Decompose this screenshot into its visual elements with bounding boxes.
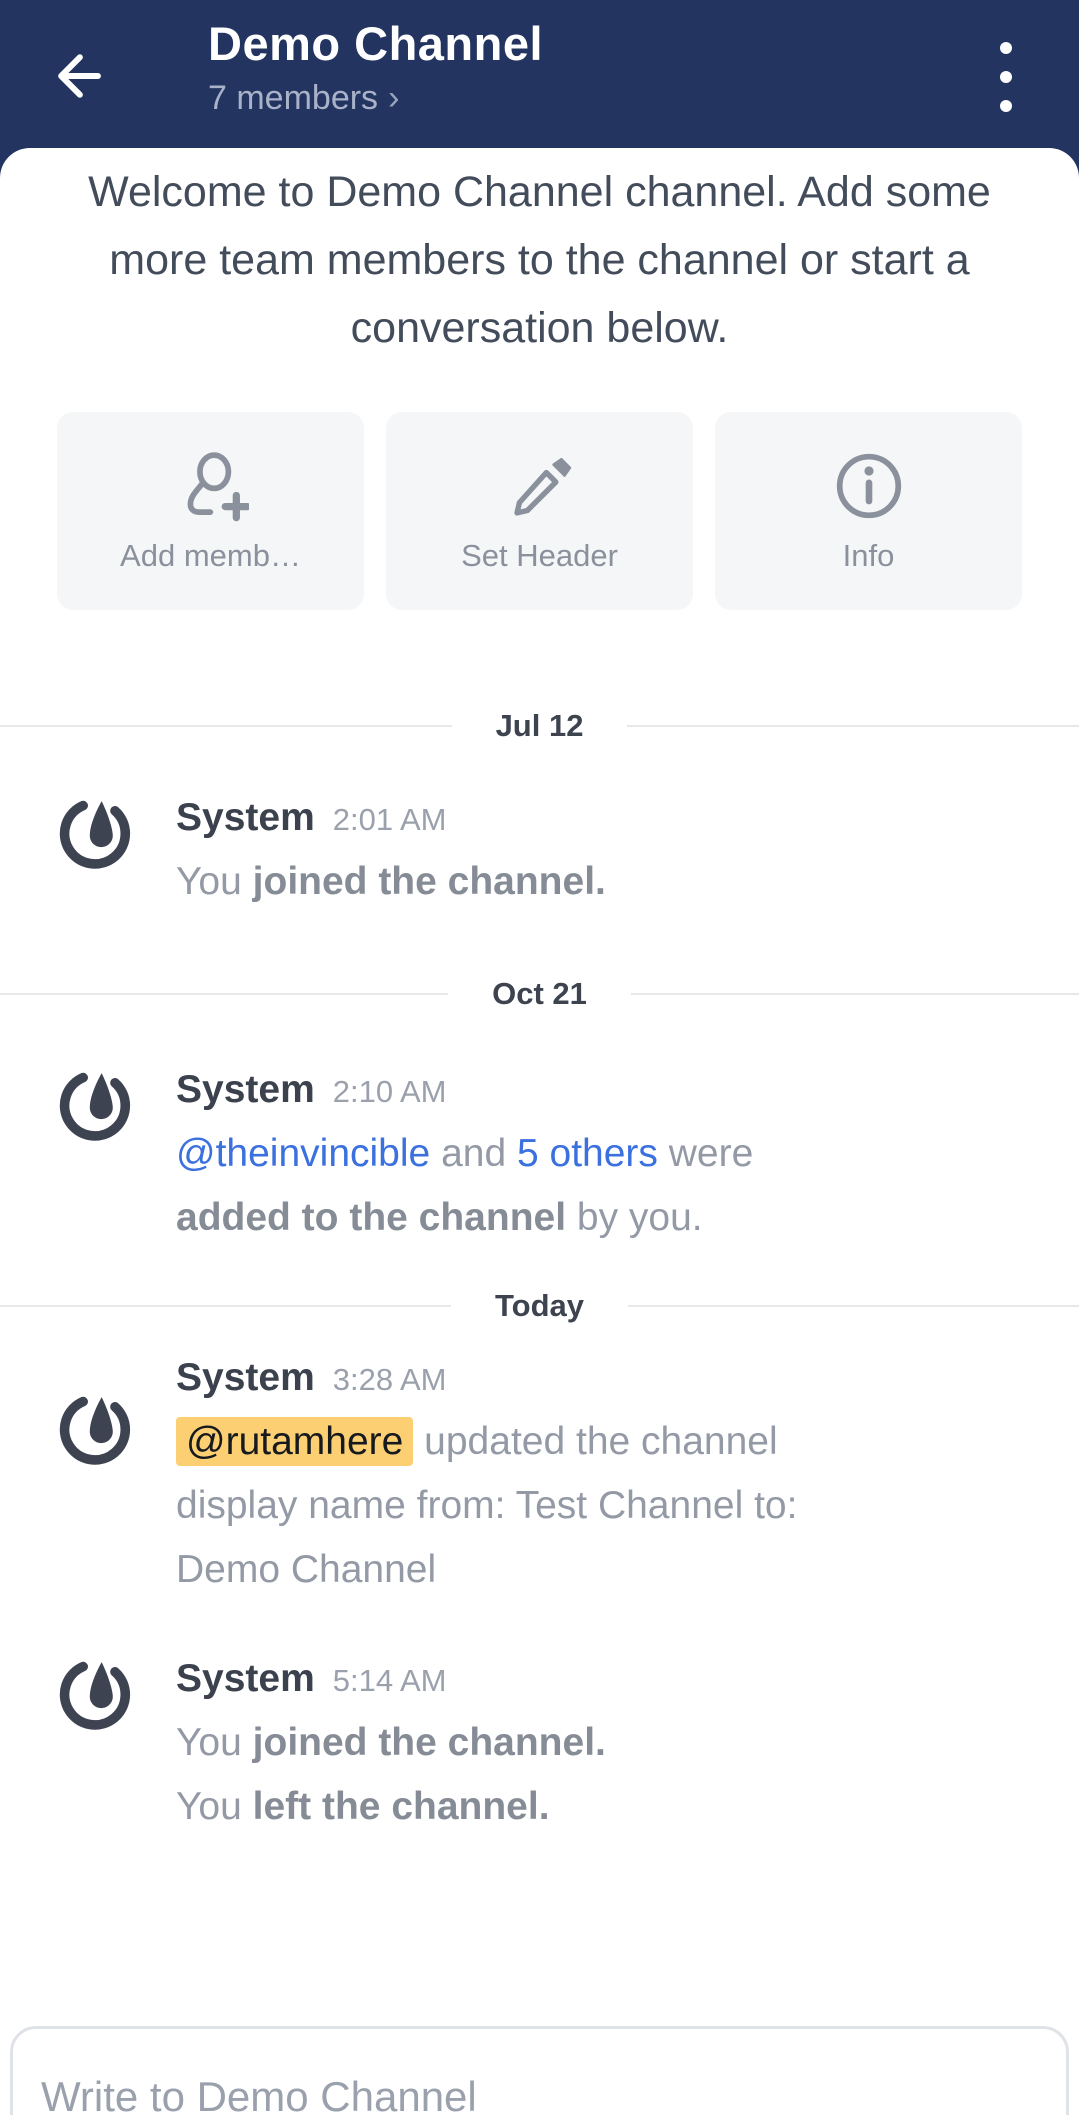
message-author: System (176, 1657, 315, 1701)
channel-intro-sheet: Welcome to Demo Channel channel. Add som… (0, 148, 1079, 2115)
channel-actions: Add memb… Set Header Info (57, 412, 1022, 610)
action-label: Info (843, 538, 895, 574)
message-text: @theinvincible and 5 others were added t… (176, 1122, 866, 1250)
system-message: System 3:28 AM @rutamhere updated the ch… (0, 1356, 1079, 1602)
mattermost-logo-icon[interactable] (58, 1392, 132, 1466)
back-arrow-icon (45, 45, 107, 112)
channel-title-button[interactable]: Demo Channel 7 members › (208, 16, 543, 118)
action-label: Add memb… (120, 538, 301, 574)
message-text: You joined the channel. (176, 1711, 606, 1775)
message-text: You joined the channel. (176, 850, 606, 914)
date-divider-label: Today (495, 1288, 584, 1324)
others-link[interactable]: 5 others (517, 1132, 658, 1175)
mattermost-logo-icon[interactable] (58, 1068, 132, 1142)
back-button[interactable] (36, 38, 116, 118)
message-author: System (176, 1356, 315, 1400)
message-text: You left the channel. (176, 1775, 606, 1839)
system-message: System 2:10 AM @theinvincible and 5 othe… (0, 1068, 1079, 1250)
message-author: System (176, 796, 315, 840)
highlighted-mention[interactable]: @rutamhere (176, 1417, 413, 1466)
message-composer: Write to Demo Channel (10, 2026, 1069, 2115)
date-divider: Oct 21 (0, 976, 1079, 1012)
message-author: System (176, 1068, 315, 1112)
date-divider: Jul 12 (0, 708, 1079, 744)
set-header-button[interactable]: Set Header (386, 412, 693, 610)
info-button[interactable]: Info (715, 412, 1022, 610)
info-icon (831, 448, 907, 524)
channel-title: Demo Channel (208, 16, 543, 71)
welcome-text: Welcome to Demo Channel channel. Add som… (65, 158, 1015, 362)
kebab-menu-icon (1000, 42, 1012, 54)
mattermost-logo-icon[interactable] (58, 796, 132, 870)
action-label: Set Header (461, 538, 618, 574)
message-timestamp: 5:14 AM (333, 1663, 447, 1699)
message-input[interactable]: Write to Demo Channel (41, 2073, 1038, 2115)
mattermost-logo-icon[interactable] (58, 1657, 132, 1731)
add-member-icon (173, 448, 249, 524)
system-message: System 5:14 AM You joined the channel. Y… (0, 1657, 1079, 1839)
date-divider-label: Oct 21 (492, 976, 587, 1012)
date-divider: Today (0, 1288, 1079, 1324)
date-divider-label: Jul 12 (496, 708, 584, 744)
more-options-button[interactable] (981, 42, 1031, 112)
message-timestamp: 2:10 AM (333, 1074, 447, 1110)
system-message: System 2:01 AM You joined the channel. (0, 796, 1079, 914)
user-mention-link[interactable]: @theinvincible (176, 1132, 430, 1175)
chevron-right-icon: › (388, 79, 399, 118)
message-timestamp: 3:28 AM (333, 1362, 447, 1398)
member-count: 7 members (208, 79, 378, 118)
pencil-icon (502, 448, 578, 524)
message-timestamp: 2:01 AM (333, 802, 447, 838)
message-text: @rutamhere updated the channel display n… (176, 1410, 866, 1602)
add-members-button[interactable]: Add memb… (57, 412, 364, 610)
